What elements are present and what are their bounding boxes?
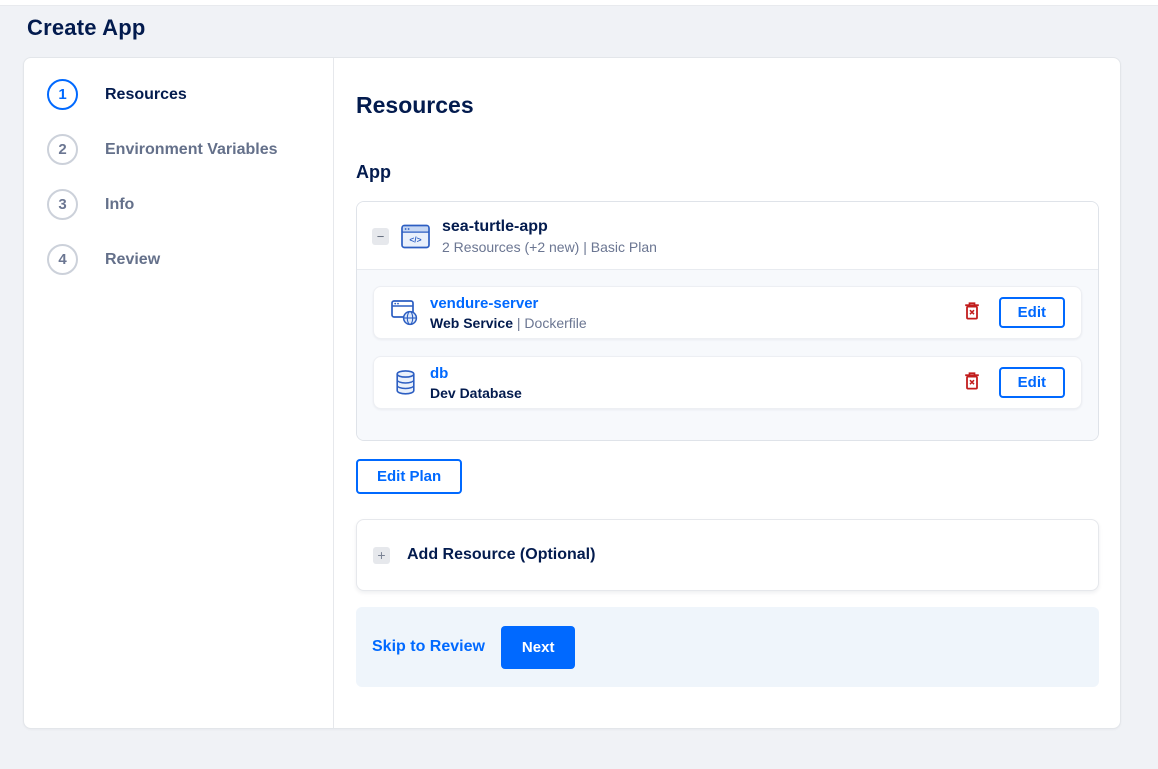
app-card: − </> sea-turtle-app 2 Resources (+2 new… — [356, 201, 1099, 441]
resource-name-link[interactable]: vendure-server — [430, 295, 587, 312]
wizard-card: 1 Resources 2 Environment Variables 3 In… — [23, 57, 1121, 729]
next-button[interactable]: Next — [500, 625, 576, 669]
step-environment-variables[interactable]: 2 Environment Variables — [47, 134, 333, 165]
trash-icon — [964, 372, 980, 393]
step-number-badge: 1 — [47, 79, 78, 110]
resource-name-link[interactable]: db — [430, 365, 522, 382]
step-number-badge: 2 — [47, 134, 78, 165]
resource-titles: vendure-server Web Service | Dockerfile — [430, 295, 587, 331]
svg-text:</>: </> — [409, 235, 421, 245]
page-header: Create App — [0, 6, 1158, 55]
resource-type: Dev Database — [430, 384, 522, 401]
app-card-header: − </> sea-turtle-app 2 Resources (+2 new… — [357, 202, 1098, 269]
delete-resource-button[interactable] — [962, 300, 982, 325]
resource-titles: db Dev Database — [430, 365, 522, 401]
resource-row-db: db Dev Database Edit — [373, 356, 1082, 409]
trash-icon — [964, 302, 980, 323]
step-number-badge: 3 — [47, 189, 78, 220]
plus-icon[interactable]: + — [373, 546, 390, 564]
app-card-titles: sea-turtle-app 2 Resources (+2 new) | Ba… — [442, 218, 657, 255]
delete-resource-button[interactable] — [962, 370, 982, 395]
app-name: sea-turtle-app — [442, 218, 548, 235]
step-label: Info — [105, 195, 135, 213]
edit-resource-button[interactable]: Edit — [998, 297, 1065, 328]
web-service-icon — [390, 299, 420, 326]
step-review[interactable]: 4 Review — [47, 244, 333, 275]
steps-sidebar: 1 Resources 2 Environment Variables 3 In… — [24, 58, 334, 728]
app-summary: 2 Resources (+2 new) | Basic Plan — [442, 239, 657, 255]
wizard-footer: Skip to Review Next — [356, 607, 1099, 687]
step-number-badge: 4 — [47, 244, 78, 275]
resource-detail: | Dockerfile — [513, 314, 587, 331]
resources-heading: Resources — [356, 92, 474, 118]
add-resource-section[interactable]: + Add Resource (Optional) — [356, 519, 1099, 591]
edit-plan-button[interactable]: Edit Plan — [356, 459, 463, 494]
collapse-app-button[interactable]: − — [372, 228, 389, 245]
step-label: Review — [105, 250, 161, 268]
step-label: Resources — [105, 85, 187, 103]
resource-row-vendure-server: vendure-server Web Service | Dockerfile — [373, 286, 1082, 339]
app-window-code-icon: </> — [401, 224, 430, 249]
resource-subtitle: Web Service | Dockerfile — [430, 315, 587, 331]
app-card-body: vendure-server Web Service | Dockerfile — [357, 269, 1098, 440]
resource-subtitle: Dev Database — [430, 385, 522, 401]
database-icon — [390, 369, 420, 396]
page-title: Create App — [27, 15, 146, 40]
step-info[interactable]: 3 Info — [47, 189, 333, 220]
step-label: Environment Variables — [105, 140, 278, 158]
app-section-heading: App — [356, 162, 391, 182]
resource-type: Web Service — [430, 314, 514, 331]
skip-to-review-link[interactable]: Skip to Review — [372, 638, 485, 656]
step-resources[interactable]: 1 Resources — [47, 79, 333, 110]
add-resource-label: Add Resource (Optional) — [407, 546, 596, 563]
edit-resource-button[interactable]: Edit — [998, 367, 1065, 398]
main-content: Resources App − </> sea-turtle-app 2 Res… — [334, 58, 1120, 728]
